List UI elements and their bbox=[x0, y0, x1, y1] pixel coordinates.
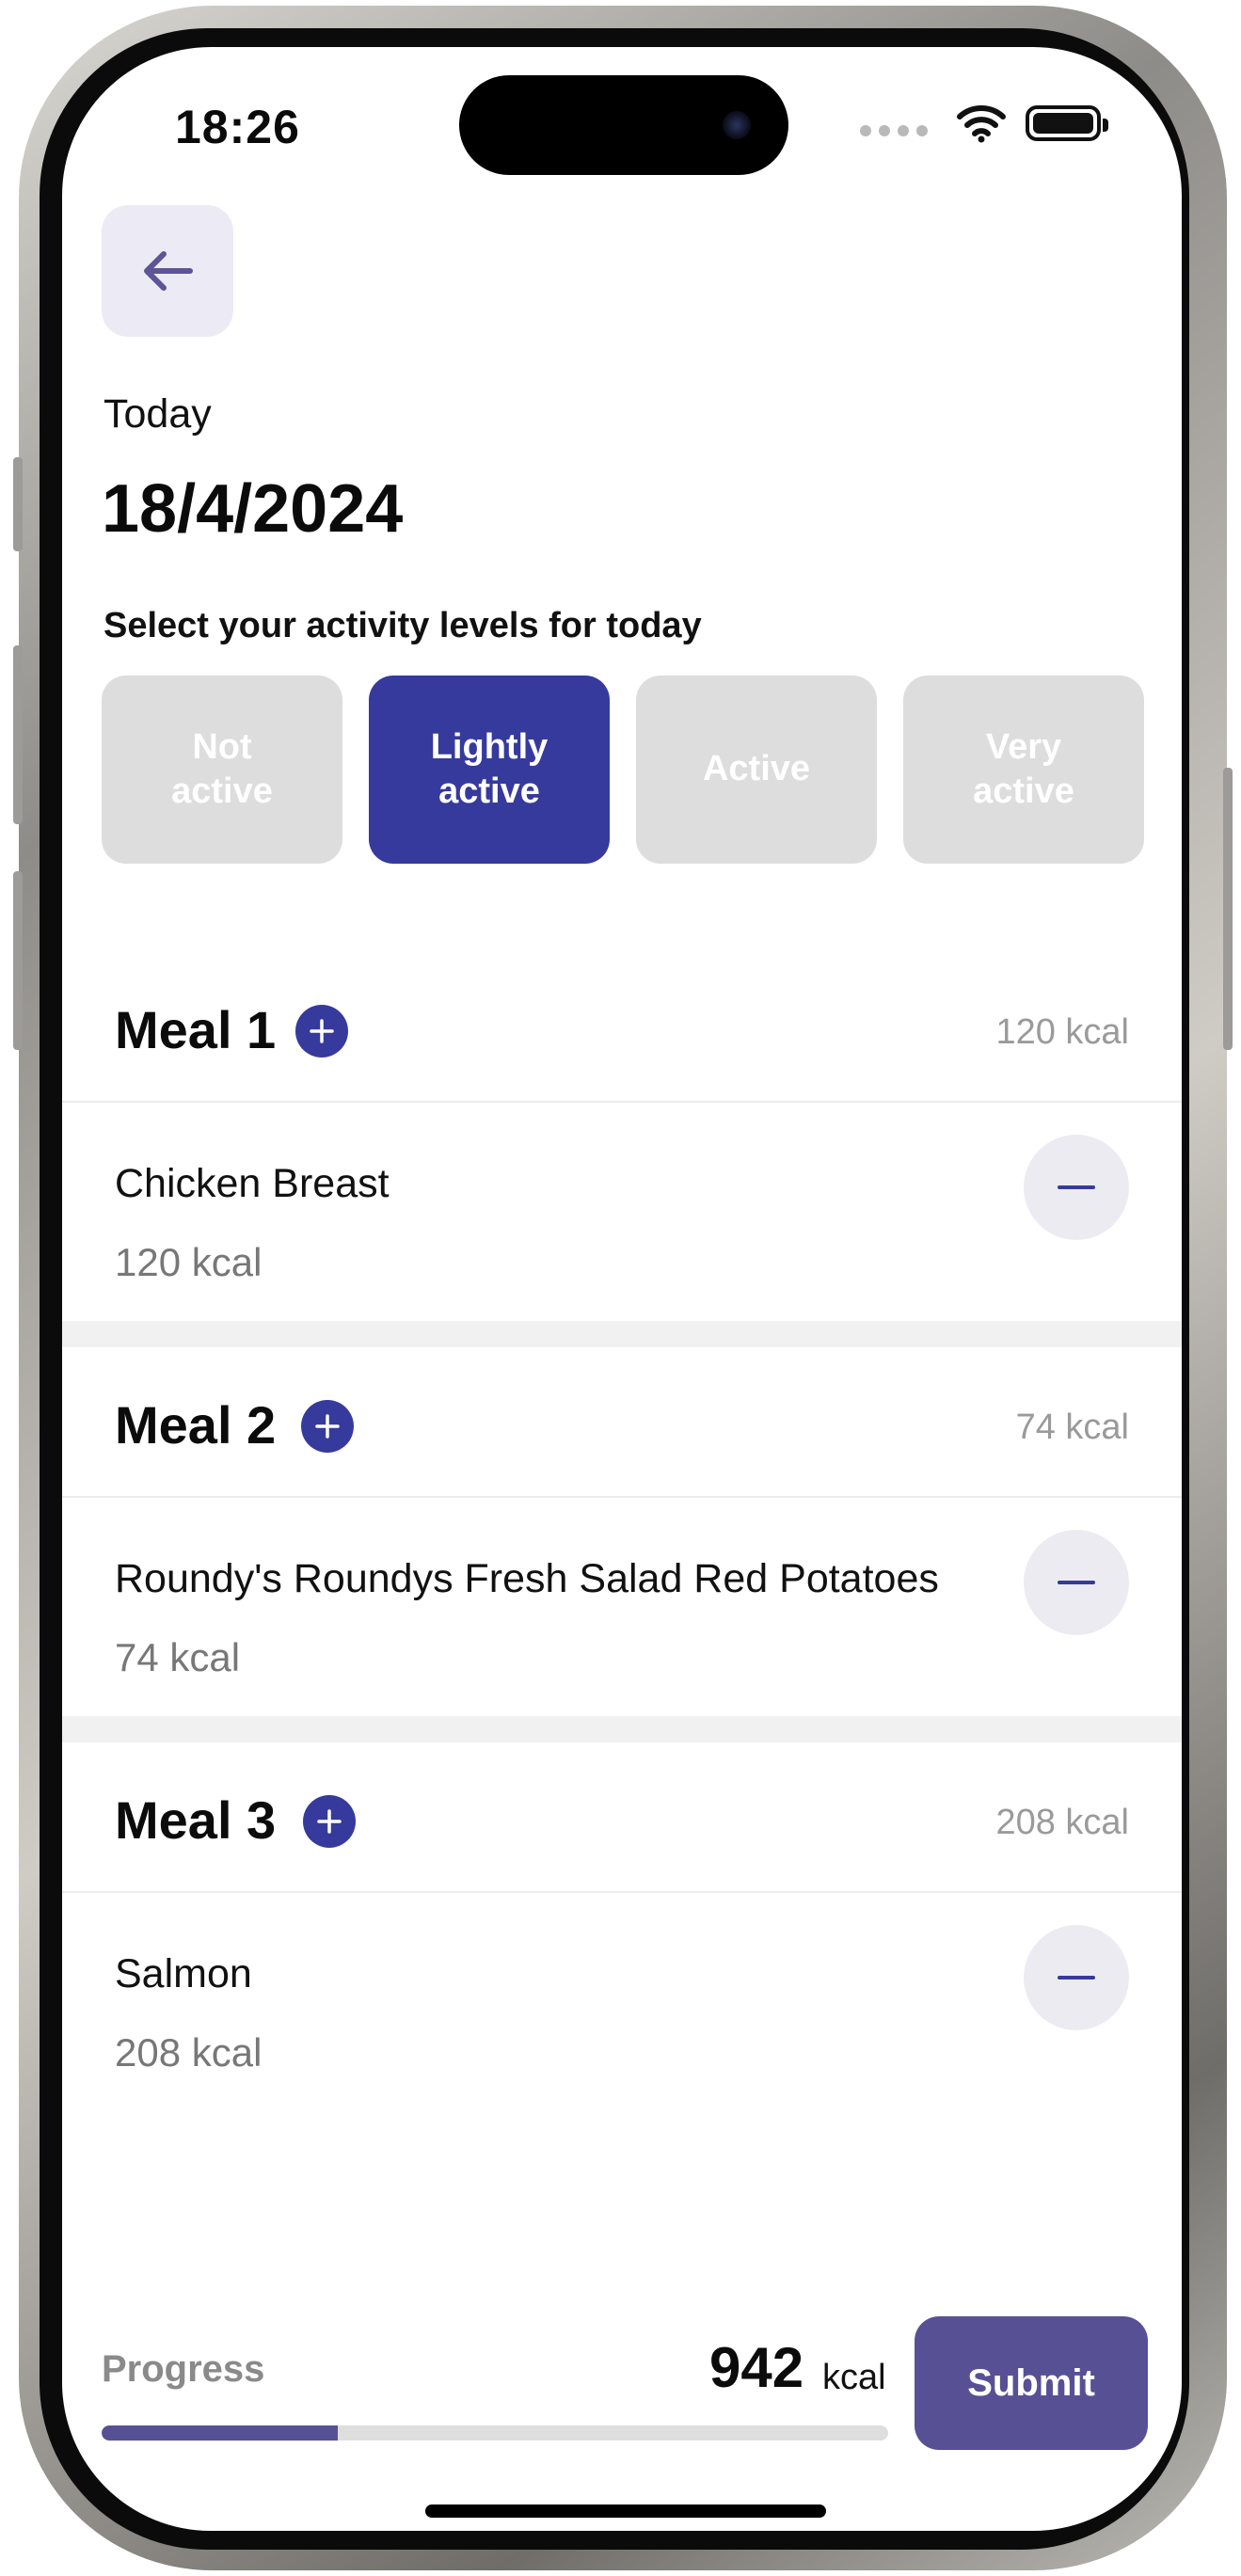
meal-title: Meal 2 bbox=[115, 1395, 277, 1455]
add-food-button[interactable] bbox=[301, 1400, 354, 1453]
food-name: Roundy's Roundys Fresh Salad Red Potatoe… bbox=[115, 1556, 939, 1601]
minus-icon bbox=[1058, 1581, 1095, 1584]
progress-bar bbox=[102, 2425, 888, 2441]
meal-header: Meal 1 120 kcal bbox=[62, 952, 1182, 1103]
remove-food-button[interactable] bbox=[1024, 1135, 1129, 1240]
activity-level-selector: Not active Lightly active Active Very activ… bbox=[102, 676, 1144, 864]
minus-icon bbox=[1058, 1976, 1095, 1980]
add-food-button[interactable] bbox=[303, 1795, 356, 1848]
battery-icon bbox=[1026, 105, 1108, 141]
volume-up-button bbox=[13, 645, 23, 824]
progress-fill bbox=[102, 2425, 338, 2441]
action-button bbox=[13, 457, 23, 551]
submit-button[interactable]: Submit bbox=[915, 2316, 1148, 2450]
food-kcal: 74 kcal bbox=[115, 1635, 241, 1679]
list-item: Salmon 208 kcal bbox=[62, 1895, 1182, 2111]
minus-icon bbox=[1058, 1185, 1095, 1189]
meal-total-kcal: 74 kcal bbox=[1015, 1407, 1129, 1447]
food-name: Salmon bbox=[115, 1951, 252, 1996]
progress-label: Progress bbox=[102, 2348, 265, 2390]
camera-icon bbox=[723, 111, 751, 139]
plus-icon bbox=[317, 1809, 342, 1834]
plus-icon bbox=[315, 1414, 340, 1439]
arrow-left-icon bbox=[144, 251, 193, 291]
total-kcal-unit: kcal bbox=[822, 2358, 886, 2397]
plus-icon bbox=[310, 1019, 334, 1043]
activity-option-active[interactable]: Active bbox=[636, 676, 877, 864]
meal-total-kcal: 120 kcal bbox=[995, 1012, 1129, 1052]
activity-option-not-active[interactable]: Not active bbox=[102, 676, 342, 864]
meal-title: Meal 3 bbox=[115, 1790, 277, 1850]
total-kcal-value: 942 bbox=[709, 2336, 804, 2399]
meal-total-kcal: 208 kcal bbox=[995, 1803, 1129, 1842]
food-kcal: 120 kcal bbox=[115, 1240, 263, 1284]
status-time: 18:26 bbox=[175, 101, 300, 153]
meal-header: Meal 3 208 kcal bbox=[62, 1742, 1182, 1893]
back-button[interactable] bbox=[102, 205, 233, 337]
power-button bbox=[1223, 768, 1233, 1050]
page-title-date: 18/4/2024 bbox=[102, 471, 404, 547]
activity-option-lightly-active[interactable]: Lightly active bbox=[369, 676, 610, 864]
activity-option-very-active[interactable]: Very active bbox=[903, 676, 1144, 864]
remove-food-button[interactable] bbox=[1024, 1530, 1129, 1635]
dynamic-island bbox=[459, 75, 788, 175]
signal-dots-icon bbox=[860, 125, 928, 136]
meal-title: Meal 1 bbox=[115, 1000, 277, 1059]
day-label: Today bbox=[103, 391, 212, 437]
wifi-icon bbox=[957, 105, 1006, 143]
list-item: Chicken Breast 120 kcal bbox=[62, 1105, 1182, 1321]
section-divider bbox=[62, 1716, 1182, 1742]
food-name: Chicken Breast bbox=[115, 1161, 390, 1206]
list-item: Roundy's Roundys Fresh Salad Red Potatoe… bbox=[62, 1500, 1182, 1716]
status-icons bbox=[860, 103, 1108, 143]
food-kcal: 208 kcal bbox=[115, 2030, 263, 2075]
remove-food-button[interactable] bbox=[1024, 1925, 1129, 2030]
app-screen: 18:26 Today 18/4/2024 Select your activi… bbox=[62, 47, 1182, 2531]
add-food-button[interactable] bbox=[295, 1005, 348, 1057]
volume-down-button bbox=[13, 871, 23, 1050]
section-divider bbox=[62, 1321, 1182, 1347]
home-indicator[interactable] bbox=[425, 2504, 826, 2518]
meal-header: Meal 2 74 kcal bbox=[62, 1347, 1182, 1498]
activity-prompt: Select your activity levels for today bbox=[103, 606, 702, 645]
